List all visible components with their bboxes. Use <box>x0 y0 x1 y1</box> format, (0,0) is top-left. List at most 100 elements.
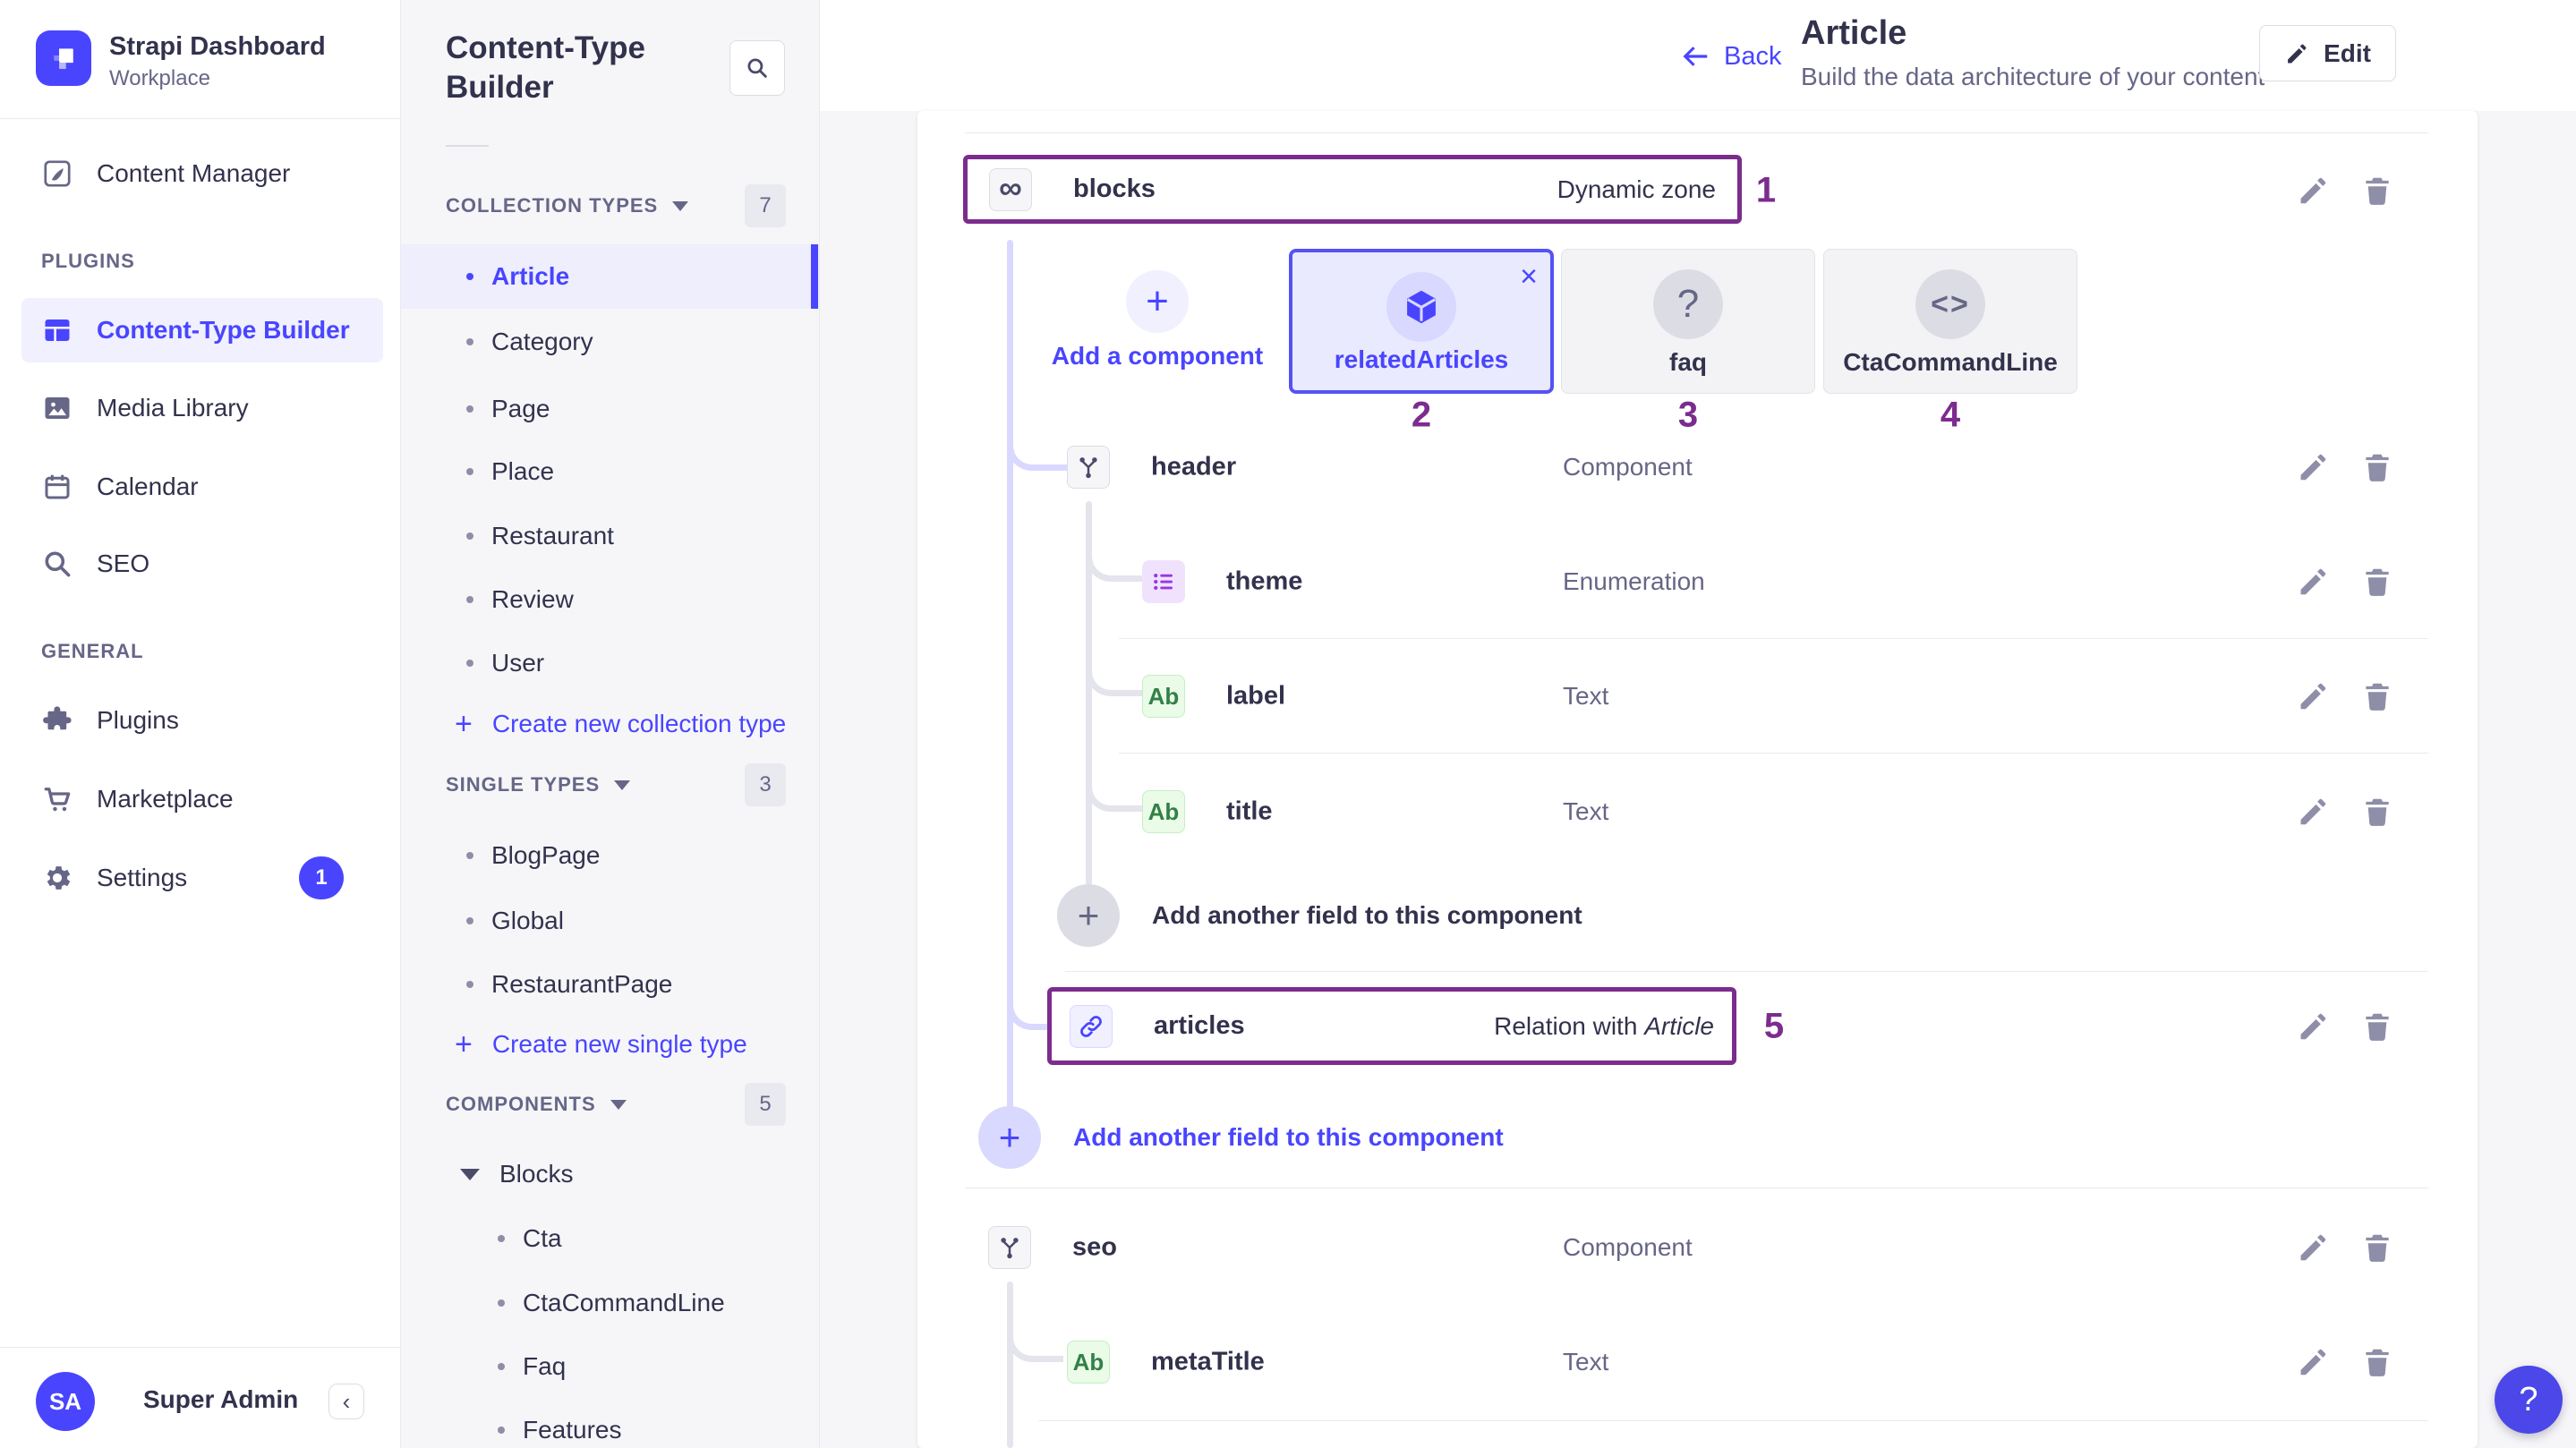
sidebar-item-content-manager[interactable]: Content Manager <box>21 141 383 206</box>
edit-field-button[interactable] <box>2296 450 2330 484</box>
general-section-header: GENERAL <box>41 640 144 663</box>
create-single-type-link[interactable]: + Create new single type <box>401 1016 819 1073</box>
single-type-global[interactable]: Global <box>401 889 819 953</box>
tree-line-dynamic-zone <box>1007 240 1013 1110</box>
dz-component-ctacommandline[interactable]: <> CtaCommandLine <box>1823 249 2077 394</box>
component-group-blocks[interactable]: Blocks <box>401 1146 819 1203</box>
tree-line-seo-component <box>1007 1282 1013 1448</box>
component-features[interactable]: Features <box>401 1398 819 1448</box>
component-ctacommandline[interactable]: CtaCommandLine <box>401 1271 819 1335</box>
field-name: blocks <box>1073 175 1156 204</box>
delete-field-button[interactable] <box>2360 174 2394 208</box>
edit-button[interactable]: Edit <box>2259 25 2396 81</box>
pencil-icon <box>2296 174 2330 208</box>
layout-grid-icon <box>41 314 73 346</box>
sidebar-item-label: Marketplace <box>97 785 234 813</box>
brand-header: Strapi Dashboard Workplace <box>0 0 400 119</box>
help-button[interactable]: ? <box>2495 1366 2563 1434</box>
item-label: Features <box>523 1416 622 1444</box>
collection-types-header[interactable]: COLLECTION TYPES 7 <box>446 183 786 228</box>
search-icon <box>41 548 73 580</box>
component-faq[interactable]: Faq <box>401 1334 819 1399</box>
divider <box>446 145 489 147</box>
edit-field-button[interactable] <box>2296 1231 2330 1265</box>
delete-field-button[interactable] <box>2360 795 2394 829</box>
delete-field-button[interactable] <box>2360 450 2394 484</box>
component-card-label: CtaCommandLine <box>1824 348 2077 377</box>
sidebar-item-content-type-builder[interactable]: Content-Type Builder <box>21 298 383 362</box>
field-type: Relation with Article <box>1494 1012 1714 1041</box>
delete-field-button[interactable] <box>2360 1009 2394 1043</box>
avatar: SA <box>36 1372 95 1431</box>
field-name: label <box>1226 682 1285 711</box>
user-strip: SA Super Admin ‹ <box>0 1347 400 1448</box>
dz-component-faq[interactable]: ? faq <box>1561 249 1815 394</box>
sidebar-item-seo[interactable]: SEO <box>21 532 383 596</box>
divider <box>1119 638 2428 639</box>
item-label: User <box>491 649 544 677</box>
edit-field-button[interactable] <box>2296 174 2330 208</box>
field-type: Text <box>1563 682 1608 711</box>
edit-field-button[interactable] <box>2296 679 2330 713</box>
edit-field-button[interactable] <box>2296 795 2330 829</box>
single-type-blogpage[interactable]: BlogPage <box>401 823 819 888</box>
chevron-left-icon: ‹ <box>343 1388 351 1416</box>
strapi-logo <box>36 30 91 86</box>
add-component-button[interactable]: + <box>1126 270 1189 333</box>
edit-field-button[interactable] <box>2296 565 2330 599</box>
components-header[interactable]: COMPONENTS 5 <box>446 1082 786 1127</box>
collection-type-review[interactable]: Review <box>401 567 819 632</box>
add-field-to-header-component[interactable]: + Add another field to this component <box>1057 884 1582 947</box>
back-link[interactable]: Back <box>1677 39 1781 73</box>
image-icon <box>41 392 73 424</box>
delete-field-button[interactable] <box>2360 679 2394 713</box>
sidebar-item-media-library[interactable]: Media Library <box>21 376 383 440</box>
annotation-2: 2 <box>1412 396 1431 436</box>
add-field-to-dz-component[interactable]: + Add another field to this component <box>978 1106 1504 1169</box>
collapse-sidebar-button[interactable]: ‹ <box>328 1384 364 1419</box>
sidebar-item-calendar[interactable]: Calendar <box>21 455 383 519</box>
delete-field-button[interactable] <box>2360 565 2394 599</box>
search-content-types-button[interactable] <box>729 40 785 96</box>
bullet-icon <box>466 596 473 603</box>
field-type: Component <box>1563 453 1693 481</box>
create-collection-type-link[interactable]: + Create new collection type <box>401 695 819 753</box>
dz-component-relatedarticles[interactable]: × relatedArticles <box>1289 249 1554 394</box>
strapi-dashboard: { "app": { "title": "Strapi Dashboard", … <box>0 0 2576 1448</box>
add-component-label[interactable]: Add a component <box>1052 342 1263 371</box>
plus-icon: + <box>978 1106 1041 1169</box>
pen-paper-icon <box>41 158 73 190</box>
field-name: header <box>1151 453 1236 482</box>
sidebar-item-settings[interactable]: Settings 1 <box>21 846 383 910</box>
component-cta[interactable]: Cta <box>401 1206 819 1271</box>
field-row-articles-highlight[interactable]: articles Relation with Article <box>1047 987 1736 1065</box>
edit-field-button[interactable] <box>2296 1009 2330 1043</box>
sidebar-item-plugins[interactable]: Plugins <box>21 688 383 753</box>
item-label: Restaurant <box>491 522 614 550</box>
bullet-icon <box>498 1299 505 1307</box>
question-icon: ? <box>1653 269 1723 339</box>
enumeration-icon <box>1142 560 1185 603</box>
field-row-blocks-highlight[interactable]: ∞ blocks Dynamic zone <box>963 155 1742 224</box>
collection-type-restaurant[interactable]: Restaurant <box>401 504 819 568</box>
sidebar-item-label: Plugins <box>97 706 179 735</box>
item-label: Category <box>491 328 593 356</box>
single-types-header[interactable]: SINGLE TYPES 3 <box>446 762 786 807</box>
tree-elbow <box>1086 657 1142 696</box>
edit-field-button[interactable] <box>2296 1345 2330 1379</box>
delete-field-button[interactable] <box>2360 1345 2394 1379</box>
plus-icon: + <box>1057 884 1120 947</box>
collection-type-page[interactable]: Page <box>401 377 819 441</box>
single-type-restaurantpage[interactable]: RestaurantPage <box>401 952 819 1017</box>
sidebar-item-marketplace[interactable]: Marketplace <box>21 767 383 831</box>
collection-type-category[interactable]: Category <box>401 310 819 374</box>
chevron-down-icon <box>614 780 630 790</box>
delete-field-button[interactable] <box>2360 1231 2394 1265</box>
collection-type-article[interactable]: Article <box>401 244 819 309</box>
close-icon[interactable]: × <box>1520 261 1538 292</box>
field-type: Text <box>1563 797 1608 826</box>
sidebar-item-label: Media Library <box>97 394 249 422</box>
collection-type-place[interactable]: Place <box>401 439 819 504</box>
bullet-icon <box>466 917 473 924</box>
collection-type-user[interactable]: User <box>401 631 819 695</box>
